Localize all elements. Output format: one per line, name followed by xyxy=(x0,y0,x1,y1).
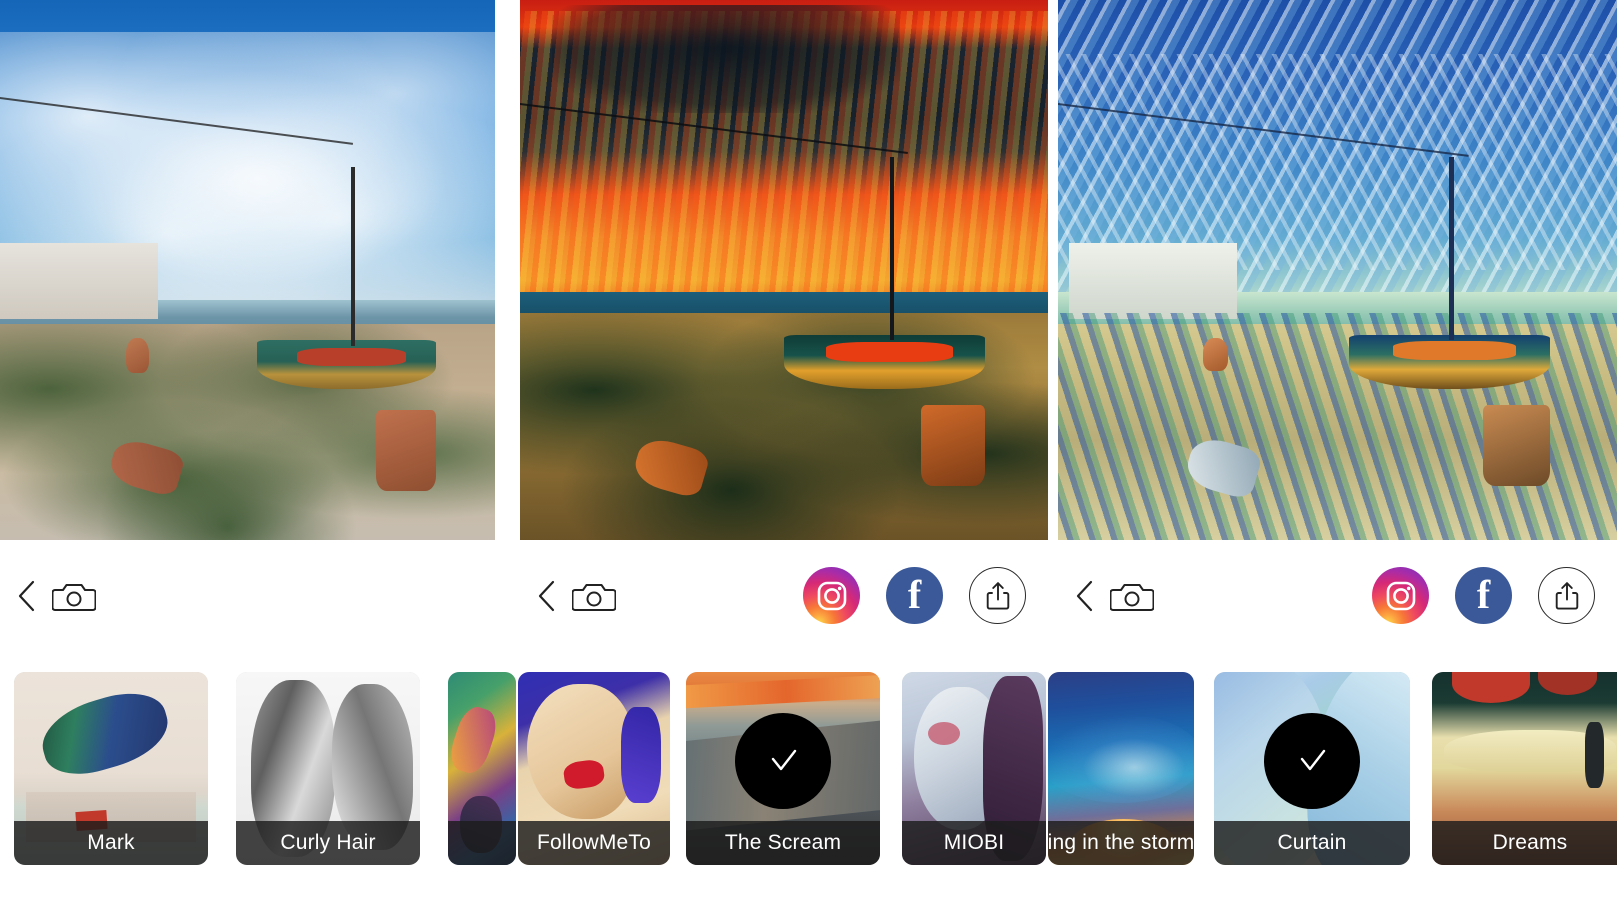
camera-button[interactable] xyxy=(52,579,96,613)
style-label: FollowMeTo xyxy=(536,831,652,854)
facebook-share-button[interactable]: f xyxy=(1455,567,1512,624)
chevron-left-icon xyxy=(538,580,555,611)
style-thumbnail[interactable]: Mark xyxy=(14,672,208,865)
chevron-left-icon xyxy=(18,580,35,611)
selected-check-badge xyxy=(1264,712,1360,809)
style-thumbnail-selected[interactable]: Curtain xyxy=(1214,672,1410,865)
camera-icon xyxy=(52,583,96,611)
panel-toolbar-curtain: f xyxy=(1058,540,1617,651)
facebook-f-glyph: f xyxy=(907,571,922,617)
instagram-icon xyxy=(1386,581,1415,610)
selected-check-badge xyxy=(735,712,831,809)
photo-panels: f f xyxy=(0,0,1617,651)
style-thumbnail-strip[interactable]: Mark Curly Hair FollowMeTo The Scream MI… xyxy=(0,672,1617,865)
style-thumbnail[interactable]: FollowMeTo xyxy=(518,672,670,865)
back-button[interactable] xyxy=(1074,579,1096,613)
camera-icon xyxy=(1110,583,1154,611)
style-thumbnail[interactable]: ing in the storm xyxy=(1048,672,1194,865)
instagram-share-button[interactable] xyxy=(1372,567,1429,624)
share-button[interactable] xyxy=(969,567,1026,624)
style-label: The Scream xyxy=(724,831,842,854)
photo-curtain[interactable] xyxy=(1058,0,1617,540)
style-label: Mark xyxy=(87,831,135,854)
style-label: Dreams xyxy=(1492,831,1568,854)
photo-panel-the-scream: f xyxy=(520,0,1048,651)
chevron-left-icon xyxy=(1076,580,1093,611)
photo-panel-curtain: f xyxy=(1058,0,1617,651)
photo-original[interactable] xyxy=(0,0,495,540)
instagram-icon xyxy=(817,581,846,610)
facebook-f-glyph: f xyxy=(1476,571,1491,617)
style-thumbnail[interactable]: Curly Hair xyxy=(236,672,420,865)
style-thumbnail[interactable]: Dreams xyxy=(1432,672,1617,865)
share-button[interactable] xyxy=(1538,567,1595,624)
style-label: ing in the storm xyxy=(1048,831,1194,854)
check-icon xyxy=(1300,749,1326,770)
style-transfer-app: f f Mark Curly Hair FollowMeTo The Screa… xyxy=(0,0,1617,913)
camera-icon xyxy=(572,583,616,611)
style-thumbnail[interactable]: MIOBI xyxy=(902,672,1046,865)
panel-toolbar-original xyxy=(0,540,495,651)
style-thumbnail[interactable] xyxy=(448,672,516,865)
photo-panel-original xyxy=(0,0,495,651)
panel-toolbar-the-scream: f xyxy=(520,540,1048,651)
back-button[interactable] xyxy=(16,579,38,613)
camera-button[interactable] xyxy=(1110,579,1154,613)
style-label: Curly Hair xyxy=(280,831,376,854)
facebook-share-button[interactable]: f xyxy=(886,567,943,624)
back-button[interactable] xyxy=(536,579,558,613)
instagram-share-button[interactable] xyxy=(803,567,860,624)
photo-the-scream[interactable] xyxy=(520,0,1048,540)
style-label: Curtain xyxy=(1277,831,1347,854)
share-icon xyxy=(1555,581,1578,610)
camera-button[interactable] xyxy=(572,579,616,613)
style-thumbnail-selected[interactable]: The Scream xyxy=(686,672,880,865)
check-icon xyxy=(771,749,797,770)
share-icon xyxy=(986,581,1009,610)
style-label: MIOBI xyxy=(943,831,1005,854)
